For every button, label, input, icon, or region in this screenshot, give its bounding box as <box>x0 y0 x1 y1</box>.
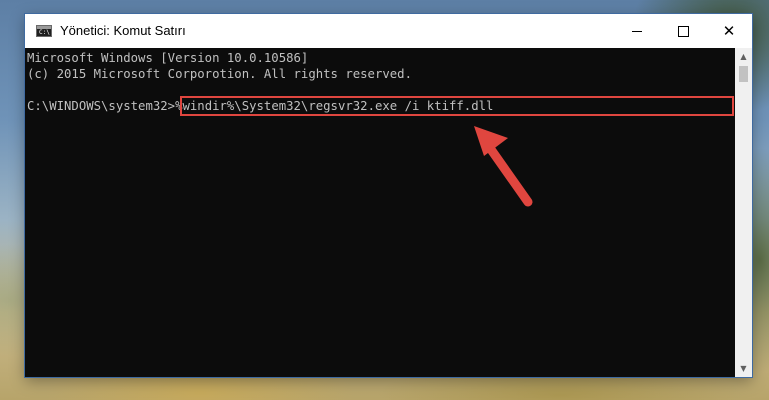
command-prompt-window: C:\ Yönetici: Komut Satırı ✕ Microsoft W… <box>25 14 752 377</box>
vertical-scrollbar[interactable]: ▲ ▼ <box>735 48 752 377</box>
annotation-arrow-icon <box>474 126 533 207</box>
maximize-icon <box>677 25 689 37</box>
scroll-up-button[interactable]: ▲ <box>735 48 752 65</box>
title-bar[interactable]: C:\ Yönetici: Komut Satırı ✕ <box>25 14 752 48</box>
chevron-up-icon: ▲ <box>740 52 747 61</box>
maximize-button[interactable] <box>660 14 706 48</box>
console-output[interactable]: Microsoft Windows [Version 10.0.10586] (… <box>25 48 735 377</box>
console-prompt: C:\WINDOWS\system32> <box>27 99 176 113</box>
scroll-down-button[interactable]: ▼ <box>735 360 752 377</box>
close-button[interactable]: ✕ <box>706 14 752 48</box>
chevron-down-icon: ▼ <box>740 364 747 373</box>
console-line-copyright: (c) 2015 Microsoft Corporotion. All righ… <box>27 67 412 81</box>
command-highlight-box <box>180 96 734 116</box>
minimize-icon <box>632 30 642 32</box>
cmd-icon: C:\ <box>36 25 52 37</box>
scrollbar-thumb[interactable] <box>739 66 748 82</box>
window-title: Yönetici: Komut Satırı <box>60 23 186 38</box>
console-line-version: Microsoft Windows [Version 10.0.10586] <box>27 51 309 65</box>
close-icon: ✕ <box>722 21 736 40</box>
minimize-button[interactable] <box>614 14 660 48</box>
